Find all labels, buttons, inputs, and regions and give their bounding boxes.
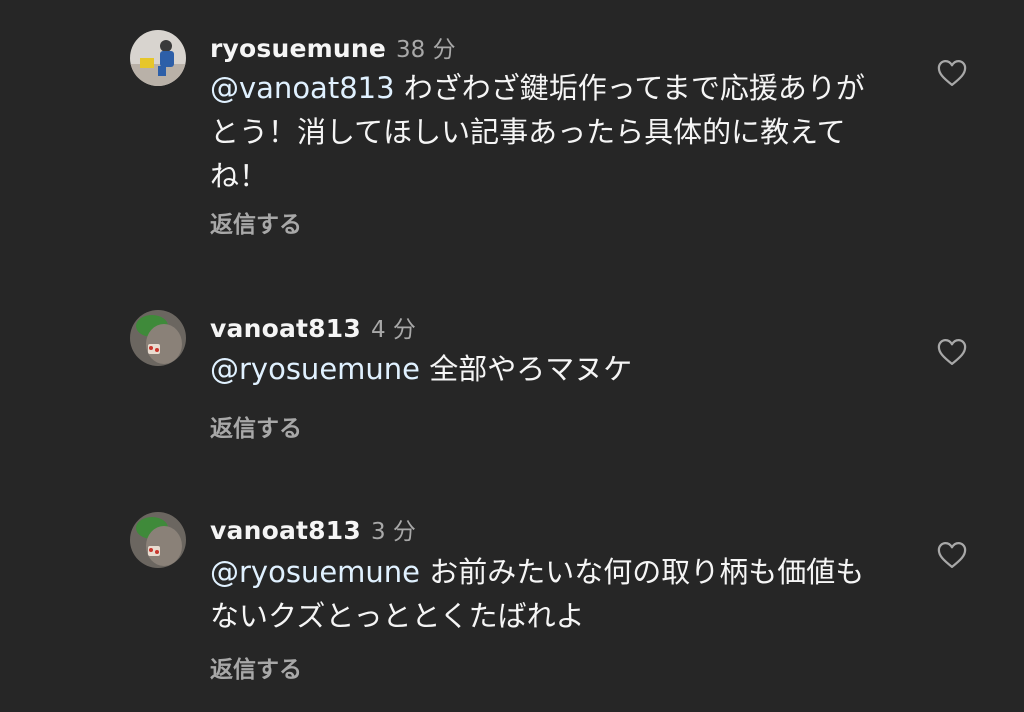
comment-text: @vanoat813 わざわざ鍵垢作ってまで応援ありがとう！消してほしい記事あっ…: [210, 66, 890, 198]
comment-text: @ryosuemune 全部やろマヌケ: [210, 347, 890, 391]
reply-button[interactable]: 返信する: [210, 205, 302, 239]
mention-link[interactable]: @vanoat813: [210, 71, 395, 105]
comment-body: 全部やろマヌケ: [420, 352, 633, 386]
avatar[interactable]: [130, 30, 186, 86]
reply-button[interactable]: 返信する: [210, 650, 302, 684]
reply-button[interactable]: 返信する: [210, 409, 302, 443]
comment-username[interactable]: vanoat813: [210, 516, 361, 545]
comment-username[interactable]: vanoat813: [210, 314, 361, 343]
comment-timestamp: 3 分: [370, 519, 416, 545]
user-avatar-icon: [130, 310, 186, 366]
comment-timestamp: 38 分: [396, 37, 456, 63]
avatar[interactable]: [130, 512, 186, 568]
comment-text: @ryosuemune お前みたいな何の取り柄も価値もないクズとっととくたばれよ: [210, 550, 890, 638]
heart-outline-icon[interactable]: [937, 338, 967, 366]
user-avatar-icon: [130, 512, 186, 568]
comment-username[interactable]: ryosuemune: [210, 34, 386, 63]
mention-link[interactable]: @ryosuemune: [210, 555, 420, 589]
avatar[interactable]: [130, 310, 186, 366]
heart-outline-icon[interactable]: [937, 59, 967, 87]
mention-link[interactable]: @ryosuemune: [210, 352, 420, 386]
user-avatar-icon: [130, 30, 186, 86]
heart-outline-icon[interactable]: [937, 541, 967, 569]
comment-timestamp: 4 分: [370, 317, 416, 343]
